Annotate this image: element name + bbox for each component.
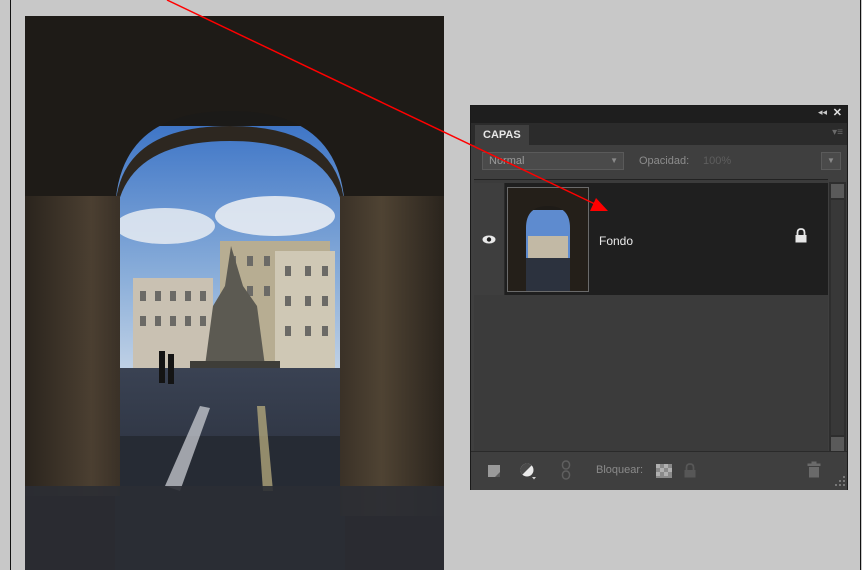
thumbnail-artwork: [508, 188, 588, 291]
scroll-track[interactable]: [831, 200, 844, 435]
tab-capas[interactable]: CAPAS: [475, 125, 529, 145]
close-panel-icon[interactable]: ✕: [833, 106, 842, 119]
blend-mode-value: Normal: [489, 155, 525, 167]
collapse-panel-icon[interactable]: ◂◂: [818, 107, 827, 118]
panel-tabbar: CAPAS ▾≡: [471, 123, 847, 145]
opacity-dropdown-button[interactable]: ▼: [821, 152, 841, 170]
layer-row[interactable]: Fondo: [474, 183, 828, 295]
new-layer-icon[interactable]: [487, 464, 501, 478]
frame-border-left: [10, 0, 11, 570]
frame-border-right: [860, 0, 861, 570]
layer-list-scrollbar[interactable]: [829, 182, 846, 454]
opacity-label: Opacidad:: [639, 155, 690, 167]
link-icon[interactable]: [561, 460, 571, 480]
trash-icon[interactable]: [807, 461, 821, 478]
scroll-down-button[interactable]: [831, 437, 844, 451]
opacity-input[interactable]: 100%: [703, 155, 731, 167]
panel-titlebar[interactable]: ◂◂ ✕: [471, 106, 847, 123]
resize-grip-icon[interactable]: [835, 476, 845, 486]
scroll-up-button[interactable]: [831, 184, 844, 198]
panel-footer: Bloquear:: [471, 451, 847, 490]
eye-icon: [482, 235, 496, 244]
document-photo: [25, 16, 444, 570]
layer-name[interactable]: Fondo: [599, 234, 633, 248]
layers-panel: ◂◂ ✕ CAPAS ▾≡ Normal ▼ Opacidad: 100% ▼: [470, 105, 848, 490]
panel-menu-icon[interactable]: ▾≡: [832, 127, 843, 138]
lock-transparency-icon[interactable]: [656, 464, 672, 478]
blend-mode-select[interactable]: Normal ▼: [482, 152, 624, 170]
layer-thumbnail[interactable]: [507, 187, 589, 292]
visibility-toggle[interactable]: [474, 183, 505, 295]
chevron-down-icon: ▼: [610, 156, 618, 165]
layer-list: Fondo: [474, 179, 828, 452]
lock-label: Bloquear:: [596, 464, 644, 476]
photo-artwork: [25, 16, 444, 570]
lock-icon: [795, 228, 807, 243]
adjustment-layer-icon[interactable]: [519, 462, 537, 480]
lock-all-icon[interactable]: [683, 463, 697, 478]
